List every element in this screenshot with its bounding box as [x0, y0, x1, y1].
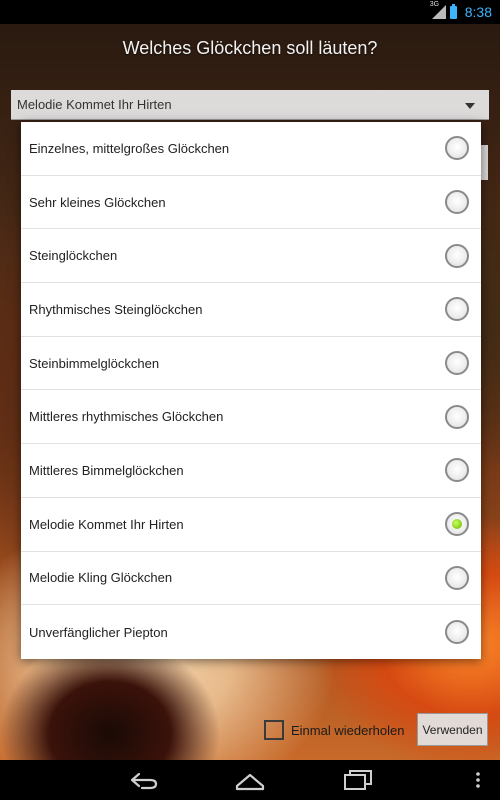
radio-button[interactable] — [445, 404, 469, 429]
radio-button[interactable] — [445, 565, 469, 590]
repeat-label: Einmal wiederholen — [291, 723, 405, 738]
use-button[interactable]: Verwenden — [417, 713, 488, 746]
radio-button[interactable] — [445, 458, 469, 483]
option-item[interactable]: Melodie Kling Glöckchen — [21, 552, 481, 606]
option-item[interactable]: Mittleres rhythmisches Glöckchen — [21, 390, 481, 445]
option-label: Steinbimmelglöckchen — [29, 355, 160, 371]
option-label: Mittleres rhythmisches Glöckchen — [29, 409, 224, 425]
radio-button[interactable] — [445, 297, 469, 322]
radio-dot-icon — [452, 519, 462, 530]
option-label: Melodie Kommet Ihr Hirten — [29, 516, 184, 532]
radio-button[interactable] — [445, 190, 469, 215]
option-item[interactable]: Unverfänglicher Piepton — [21, 605, 481, 659]
radio-button[interactable] — [445, 351, 469, 376]
radio-button[interactable] — [445, 620, 469, 645]
option-item[interactable]: Sehr kleines Glöckchen — [21, 176, 481, 230]
option-label: Sehr kleines Glöckchen — [29, 194, 166, 210]
signal-icon: 3G — [430, 1, 446, 19]
radio-button[interactable] — [445, 243, 469, 268]
scrollbar[interactable] — [480, 145, 488, 180]
screen: 3G 8:38 Welches Glöckchen soll läuten? M… — [0, 0, 500, 800]
option-item[interactable]: Einzelnes, mittelgroßes Glöckchen — [21, 122, 481, 176]
navigation-bar — [0, 760, 500, 800]
option-item[interactable]: Rhythmisches Steinglöckchen — [21, 283, 481, 337]
option-label: Steinglöckchen — [29, 248, 118, 264]
bell-spinner[interactable]: Melodie Kommet Ihr Hirten — [11, 90, 489, 120]
spinner-selected-value: Melodie Kommet Ihr Hirten — [17, 97, 172, 112]
status-bar: 3G 8:38 — [0, 0, 500, 24]
option-item[interactable]: Mittleres Bimmelglöckchen — [21, 444, 481, 498]
status-icons: 3G 8:38 — [430, 0, 492, 24]
bell-selection-dialog: Einzelnes, mittelgroßes Glöckchen Sehr k… — [21, 122, 481, 659]
option-label: Melodie Kling Glöckchen — [29, 570, 173, 586]
page-title: Welches Glöckchen soll läuten? — [122, 38, 378, 58]
option-item[interactable]: Melodie Kommet Ihr Hirten — [21, 498, 481, 552]
option-label: Rhythmisches Steinglöckchen — [29, 301, 203, 317]
dropdown-arrow-icon — [465, 103, 475, 109]
option-label: Einzelnes, mittelgroßes Glöckchen — [29, 140, 230, 156]
recents-icon[interactable] — [342, 768, 374, 792]
option-label: Mittleres Bimmelglöckchen — [29, 462, 184, 478]
option-item[interactable]: Steinglöckchen — [21, 229, 481, 284]
back-icon[interactable] — [128, 768, 160, 792]
radio-button[interactable] — [445, 136, 469, 161]
menu-icon[interactable] — [470, 768, 486, 792]
radio-button[interactable] — [445, 512, 469, 537]
repeat-checkbox[interactable] — [264, 720, 284, 740]
clock: 8:38 — [464, 4, 492, 20]
option-label: Unverfänglicher Piepton — [29, 624, 168, 640]
option-item[interactable]: Steinbimmelglöckchen — [21, 337, 481, 391]
battery-icon — [449, 3, 457, 19]
home-icon[interactable] — [234, 768, 266, 792]
